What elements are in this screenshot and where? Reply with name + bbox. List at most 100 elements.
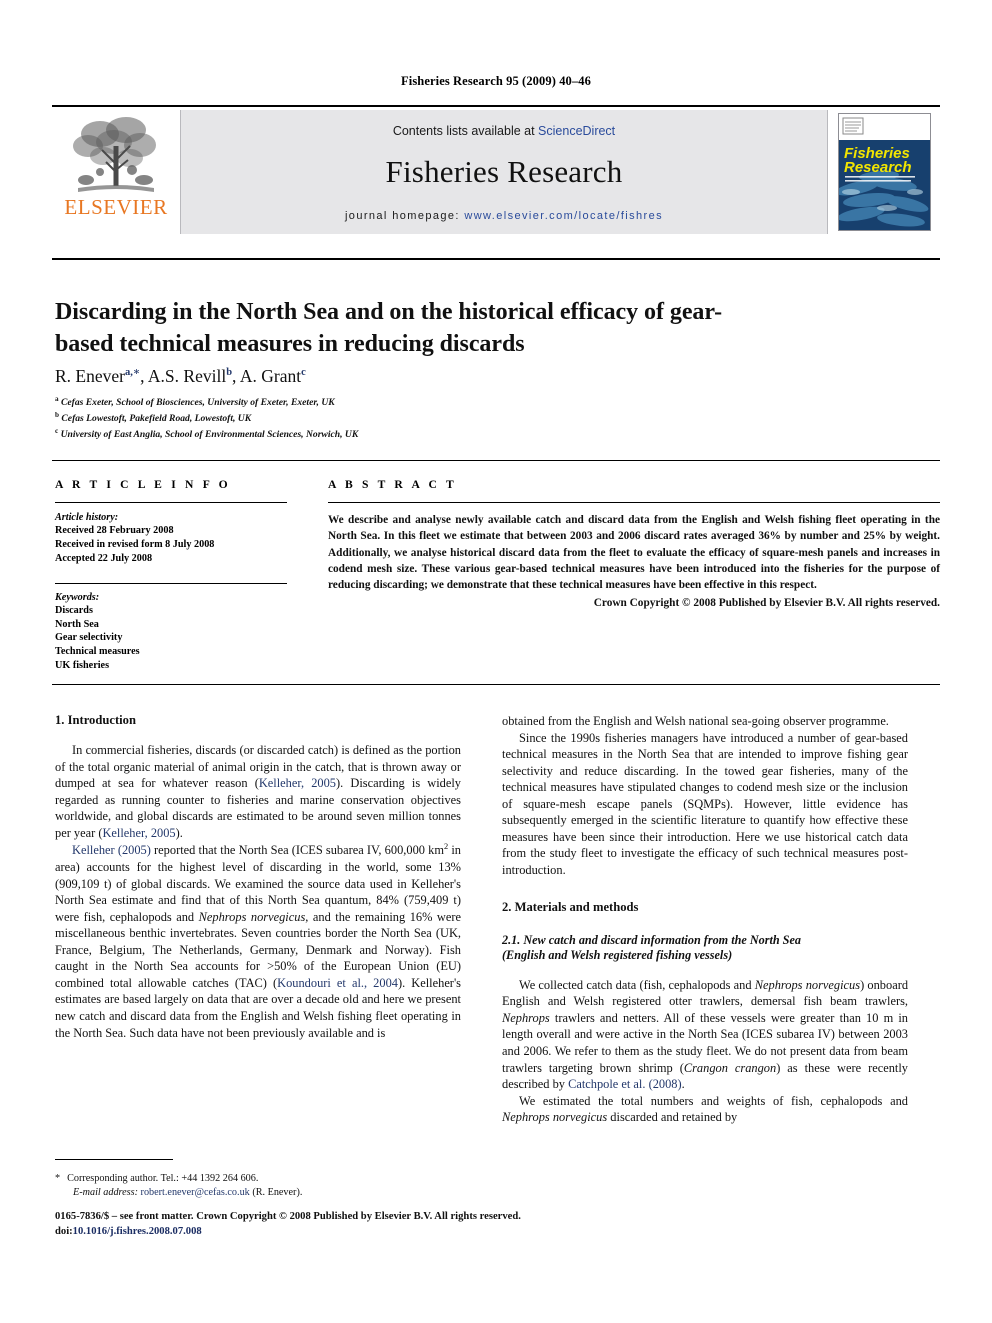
affiliation-mark-b: b (55, 410, 59, 419)
article-history-item: Received 28 February 2008 (55, 525, 174, 536)
intro-paragraph-2: Kelleher (2005) reported that the North … (55, 841, 461, 1041)
article-history-item: Accepted 22 July 2008 (55, 552, 153, 564)
author-marks-3[interactable]: c (301, 367, 306, 378)
contents-available-line: Contents lists available at ScienceDirec… (181, 124, 827, 138)
article-title: Discarding in the North Sea and on the h… (55, 299, 723, 357)
species-nephrops-norvegicus: Nephrops norvegicus (198, 909, 306, 924)
elsevier-tree-icon (70, 112, 162, 198)
intro-paragraph-3: Since the 1990s fisheries managers have … (502, 730, 908, 877)
intro-p2-continuation: obtained from the English and Welsh nati… (502, 714, 889, 728)
affiliation-item: c University of East Anglia, School of E… (55, 426, 815, 442)
citation-catchpole-2008[interactable]: Catchpole et al. (2008) (568, 1077, 682, 1091)
cover-artwork: Fisheries Research (838, 114, 930, 230)
species-nephrops-norvegicus: Nephrops norvegicus (502, 1110, 608, 1125)
article-info-column: A R T I C L E I N F O Article history: R… (55, 478, 287, 673)
svg-text:Research: Research (844, 159, 912, 176)
author-marks-1[interactable]: a,∗ (125, 367, 140, 378)
asterisk-marker: * (55, 1173, 61, 1184)
email-label: E-mail address: (73, 1187, 138, 1199)
methods-paragraph-2: We estimated the total numbers and weigh… (502, 1093, 908, 1126)
contents-prefix: Contents lists available at (392, 124, 539, 138)
running-head: Fisheries Research 95 (2009) 40–46 (401, 74, 591, 88)
subsection-2-1-line1: 2.1. New catch and discard information f… (502, 932, 801, 947)
masthead-center: Contents lists available at ScienceDirec… (180, 110, 828, 234)
subsection-heading-2-1: 2.1. New catch and discard information f… (502, 933, 908, 964)
journal-masthead: ELSEVIER Contents lists available at Sci… (52, 105, 940, 234)
abstract-copyright: Crown Copyright © 2008 Published by Else… (593, 597, 940, 610)
citation-kelleher-2005b[interactable]: Kelleher, 2005 (102, 826, 175, 840)
species-nephrops: Nephrops (502, 1010, 550, 1025)
methods-p2-part-b: discarded and retained by (607, 1110, 738, 1125)
title-divider (52, 258, 940, 260)
keyword-item: Gear selectivity (55, 632, 123, 644)
affiliation-item: a Cefas Exeter, School of Biosciences, U… (55, 394, 815, 410)
elsevier-logo: ELSEVIER (52, 110, 180, 234)
affiliation-text-c: University of East Anglia, School of Env… (60, 428, 359, 440)
affiliation-mark-a: a (55, 395, 59, 403)
methods-paragraph-1: We collected catch data (fish, cephalopo… (502, 977, 908, 1093)
info-band-top-divider (52, 460, 940, 461)
intro-p1-part-c: ). (175, 825, 183, 840)
homepage-url-link[interactable]: www.elsevier.com/locate/fishres (464, 210, 663, 222)
author-name-2: A.S. Revill (147, 366, 227, 386)
front-matter-line: 0165-7836/$ – see front matter. Crown Co… (55, 1211, 521, 1222)
intro-paragraph-2-continued: obtained from the English and Welsh nati… (502, 713, 908, 730)
keyword-item: North Sea (55, 618, 99, 630)
article-info-rule (55, 502, 287, 503)
elsevier-wordmark: ELSEVIER (64, 195, 168, 219)
page-footer: 0165-7836/$ – see front matter. Crown Co… (55, 1209, 935, 1240)
abstract-heading: A B S T R A C T (328, 478, 457, 491)
citation-kelleher-2005[interactable]: Kelleher, 2005 (259, 776, 336, 790)
section-heading-materials-and-methods: 2. Materials and methods (502, 900, 639, 915)
doi-label: doi: (55, 1226, 73, 1238)
intro-p2-part-a: reported that the North Sea (ICES subare… (150, 843, 444, 858)
section-heading-introduction: 1. Introduction (55, 713, 136, 727)
affiliation-mark-c: c (55, 426, 59, 435)
abstract-text: We describe and analyse newly available … (328, 514, 940, 592)
journal-cover-cell: Fisheries Research (828, 110, 940, 234)
homepage-label: journal homepage: (344, 210, 460, 222)
methods-p1-part-e: . (681, 1077, 685, 1092)
abstract-column: A B S T R A C T We describe and analyse … (328, 478, 940, 612)
body-column-left: 1. Introduction In commercial fisheries,… (55, 713, 461, 1041)
keyword-item: Discards (55, 604, 93, 616)
article-history-item: Received in revised form 8 July 2008 (55, 538, 215, 550)
citation-kelleher-2005c[interactable]: Kelleher (2005) (72, 844, 151, 858)
methods-p1-part-a: We collected catch data (fish, cephalopo… (519, 977, 755, 992)
body-column-right: obtained from the English and Welsh nati… (502, 713, 908, 1126)
doi-line: doi:10.1016/j.fishres.2008.07.008 (55, 1224, 935, 1239)
journal-cover-thumbnail: Fisheries Research (837, 113, 931, 231)
journal-homepage-line: journal homepage: www.elsevier.com/locat… (181, 210, 827, 222)
sciencedirect-link[interactable]: ScienceDirect (538, 124, 615, 138)
citation-koundouri-2004[interactable]: Koundouri et al., 2004 (277, 976, 398, 990)
email-suffix: (R. Enever). (252, 1187, 303, 1199)
affiliation-text-a: Cefas Exeter, School of Biosciences, Uni… (61, 397, 335, 409)
species-nephrops-norvegicus: Nephrops norvegicus (754, 977, 861, 992)
affiliation-list: a Cefas Exeter, School of Biosciences, U… (55, 394, 815, 441)
footnote-divider (55, 1159, 173, 1160)
species-crangon-crangon: Crangon crangon (683, 1060, 777, 1075)
affiliation-item: b Cefas Lowestoft, Pakefield Road, Lowes… (55, 410, 815, 426)
keyword-item: UK fisheries (55, 660, 110, 672)
correspondence-footnote: * Corresponding author. Tel.: +44 1392 26… (55, 1172, 461, 1201)
intro-paragraph-1: In commercial fisheries, discards (or di… (55, 742, 461, 841)
journal-title: Fisheries Research (385, 154, 623, 189)
author-list: R. Enevera,∗, A.S. Revillb, A. Grantc (55, 366, 306, 386)
corresponding-author-line: * Corresponding author. Tel.: +44 1392 26… (55, 1172, 461, 1186)
info-band-bottom-divider (52, 684, 940, 685)
author-name-3: A. Grant (239, 366, 302, 386)
corresponding-author-text: Corresponding author. Tel.: +44 1392 264… (67, 1173, 259, 1184)
abstract-rule (328, 502, 940, 503)
article-info-heading: A R T I C L E I N F O (55, 478, 231, 491)
author-marks-2[interactable]: b (226, 367, 232, 378)
methods-p2-part-a: We estimated the total numbers and weigh… (519, 1093, 908, 1108)
doi-link[interactable]: 10.1016/j.fishres.2008.07.008 (73, 1226, 202, 1237)
subsection-2-1-line2: (English and Welsh registered fishing ve… (502, 948, 733, 963)
keywords-label: Keywords: (55, 591, 100, 603)
email-line: E-mail address: robert.enever@cefas.co.u… (55, 1186, 461, 1200)
keyword-item: Technical measures (55, 646, 140, 658)
email-link[interactable]: robert.enever@cefas.co.uk (141, 1187, 250, 1198)
affiliation-text-b: Cefas Lowestoft, Pakefield Road, Lowesto… (61, 412, 252, 424)
keywords-rule (55, 582, 287, 584)
article-history-label: Article history: (55, 512, 119, 523)
